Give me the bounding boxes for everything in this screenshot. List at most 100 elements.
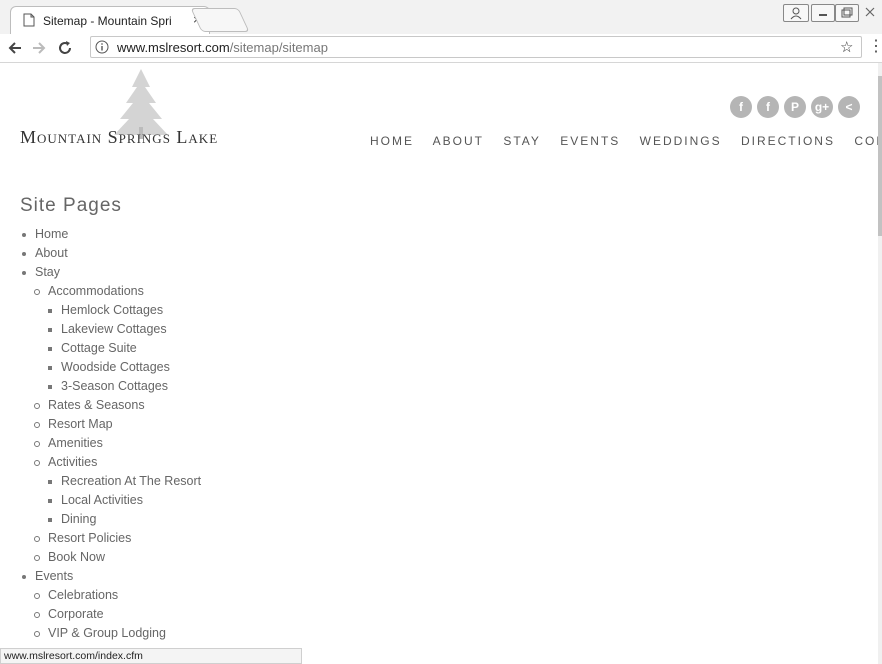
nav-directions[interactable]: DIRECTIONS bbox=[741, 134, 835, 148]
reload-button[interactable] bbox=[56, 38, 74, 64]
info-icon[interactable] bbox=[95, 40, 109, 54]
site-logo[interactable]: Mountain Springs Lake bbox=[20, 127, 218, 148]
arrow-right-icon bbox=[33, 42, 46, 54]
bullet-icon bbox=[48, 328, 52, 332]
sitemap-link[interactable]: Dining bbox=[48, 510, 96, 529]
address-bar[interactable]: www.mslresort.com/sitemap/sitemap ☆ bbox=[90, 36, 862, 58]
tab-title: Sitemap - Mountain Spri bbox=[43, 14, 172, 28]
bullet-icon bbox=[22, 233, 26, 237]
sitemap-link[interactable]: Corporate bbox=[34, 605, 104, 624]
bullet-icon bbox=[34, 289, 40, 295]
sitemap-link-label: Recreation At The Resort bbox=[61, 474, 202, 488]
nav-events[interactable]: EVENTS bbox=[560, 134, 620, 148]
sitemap-link[interactable]: Celebrations bbox=[34, 586, 119, 605]
google-plus-icon[interactable]: g+ bbox=[811, 96, 833, 118]
sitemap-link[interactable]: Resort Policies bbox=[34, 529, 131, 548]
browser-toolbar: www.mslresort.com/sitemap/sitemap ☆ ⋮ bbox=[0, 34, 882, 63]
nav-stay[interactable]: STAY bbox=[503, 134, 541, 148]
nav-home[interactable]: HOME bbox=[370, 134, 414, 148]
sitemap-link-label: Woodside Cottages bbox=[61, 360, 170, 374]
bullet-icon bbox=[34, 555, 40, 561]
scrollbar-thumb[interactable] bbox=[878, 76, 882, 236]
sitemap-link[interactable]: Book Now bbox=[34, 548, 105, 567]
bullet-icon bbox=[48, 347, 52, 351]
sitemap-link-label: Corporate bbox=[48, 607, 104, 621]
profile-button[interactable] bbox=[783, 4, 809, 22]
menu-icon[interactable]: ⋮ bbox=[868, 36, 882, 56]
reload-icon bbox=[59, 41, 71, 54]
sitemap-link-label: Resort Map bbox=[48, 417, 113, 431]
forward-button[interactable] bbox=[30, 38, 48, 64]
sitemap-link[interactable]: VIP & Group Lodging bbox=[34, 624, 166, 643]
sitemap-link[interactable]: Stay bbox=[22, 263, 61, 282]
bullet-icon bbox=[34, 441, 40, 447]
sitemap-link-label: 3-Season Cottages bbox=[61, 379, 169, 393]
sitemap-link[interactable]: Accommodations bbox=[34, 282, 144, 301]
sitemap-link[interactable]: About bbox=[22, 244, 68, 263]
sitemap-link-label: Events bbox=[35, 569, 74, 583]
sitemap-link[interactable]: 3-Season Cottages bbox=[48, 377, 169, 396]
sitemap-link[interactable]: Recreation At The Resort bbox=[48, 472, 202, 491]
sitemap-link[interactable]: Amenities bbox=[34, 434, 103, 453]
sitemap-link[interactable]: Resort Map bbox=[34, 415, 113, 434]
bullet-icon bbox=[34, 593, 40, 599]
url-path: /sitemap/sitemap bbox=[229, 40, 328, 55]
status-bar: www.mslresort.com/index.cfm bbox=[0, 648, 302, 664]
back-button[interactable] bbox=[6, 38, 24, 64]
sitemap-link[interactable]: Cottage Suite bbox=[48, 339, 137, 358]
page-title: Site Pages bbox=[20, 195, 122, 216]
url-host: www.mslresort.com bbox=[117, 40, 230, 55]
bullet-icon bbox=[34, 612, 40, 618]
sitemap-link[interactable]: Local Activities bbox=[48, 491, 143, 510]
sitemap-link[interactable]: Events bbox=[22, 567, 74, 586]
sitemap-link-label: Rates & Seasons bbox=[48, 398, 145, 412]
sitemap-link-label: VIP & Group Lodging bbox=[48, 626, 166, 640]
bullet-icon bbox=[48, 518, 52, 522]
sitemap-link-label: Cottage Suite bbox=[61, 341, 137, 355]
tab-strip: Sitemap - Mountain Spri × bbox=[0, 0, 882, 35]
nav-weddings[interactable]: WEDDINGS bbox=[640, 134, 722, 148]
bullet-icon bbox=[48, 480, 52, 484]
web-page: Mountain Springs Lake f f P g+ < HOME AB… bbox=[0, 63, 882, 664]
sitemap-link[interactable]: Lakeview Cottages bbox=[48, 320, 167, 339]
page-icon bbox=[23, 13, 35, 27]
sitemap-link[interactable]: Woodside Cottages bbox=[48, 358, 170, 377]
restore-icon bbox=[841, 7, 853, 18]
bullet-icon bbox=[48, 499, 52, 503]
sitemap-link[interactable]: Hemlock Cottages bbox=[48, 301, 164, 320]
sitemap-link[interactable]: Rates & Seasons bbox=[34, 396, 145, 415]
bullet-icon bbox=[34, 536, 40, 542]
pinterest-icon[interactable]: P bbox=[784, 96, 806, 118]
sitemap-link[interactable]: Activities bbox=[34, 453, 98, 472]
bullet-icon bbox=[34, 403, 40, 409]
sitemap-link-label: Celebrations bbox=[48, 588, 119, 602]
bullet-icon bbox=[22, 575, 26, 579]
maximize-button[interactable] bbox=[835, 4, 859, 22]
sitemap-link-label: Lakeview Cottages bbox=[61, 322, 167, 336]
arrow-left-icon bbox=[8, 42, 21, 54]
share-icon[interactable]: < bbox=[838, 96, 860, 118]
sitemap-link-label: About bbox=[35, 246, 68, 260]
new-tab-button[interactable] bbox=[190, 8, 250, 32]
main-nav: HOME ABOUT STAY EVENTS WEDDINGS DIRECTIO… bbox=[370, 134, 882, 148]
sitemap-link-label: Local Activities bbox=[61, 493, 143, 507]
bullet-icon bbox=[48, 385, 52, 389]
url-text[interactable]: www.mslresort.com/sitemap/sitemap bbox=[117, 40, 328, 55]
bullet-icon bbox=[34, 422, 40, 428]
facebook-icon[interactable]: f bbox=[757, 96, 779, 118]
person-icon bbox=[790, 7, 802, 20]
close-icon bbox=[865, 7, 875, 17]
bullet-icon bbox=[34, 631, 40, 637]
star-icon[interactable]: ☆ bbox=[840, 38, 853, 56]
nav-about[interactable]: ABOUT bbox=[433, 134, 484, 148]
browser-tab[interactable]: Sitemap - Mountain Spri × bbox=[10, 6, 210, 34]
facebook-icon[interactable]: f bbox=[730, 96, 752, 118]
sitemap-link-label: Hemlock Cottages bbox=[61, 303, 164, 317]
window-close-button[interactable] bbox=[860, 4, 880, 20]
minimize-button[interactable] bbox=[811, 4, 835, 22]
sitemap-link-label: Home bbox=[35, 227, 69, 241]
sitemap-link-label: Activities bbox=[48, 455, 98, 469]
sitemap-link-label: Stay bbox=[35, 265, 61, 279]
sitemap-link[interactable]: Home bbox=[22, 225, 69, 244]
bullet-icon bbox=[22, 252, 26, 256]
